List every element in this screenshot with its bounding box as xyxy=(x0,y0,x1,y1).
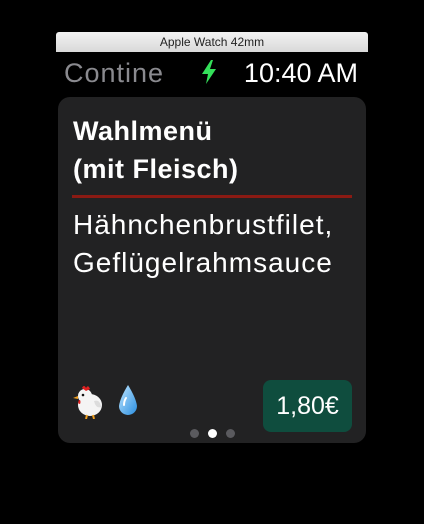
status-bar: Contine 10:40 AM xyxy=(56,54,368,92)
chicken-icon xyxy=(72,383,108,424)
dish-description: Hähnchenbrustfilet, Geflügelrahmsauce xyxy=(73,209,334,278)
charging-bolt-icon xyxy=(201,60,217,84)
water-drop-icon xyxy=(116,384,140,423)
menu-title: Wahlmenü (mit Fleisch) xyxy=(73,112,353,188)
simulator-screen: Apple Watch 42mm Contine 10:40 AM Wahlme… xyxy=(0,0,424,524)
menu-title-line1: Wahlmenü xyxy=(73,116,213,146)
simulator-title-bar: Apple Watch 42mm xyxy=(56,32,368,52)
title-divider xyxy=(72,195,352,198)
menu-card[interactable]: Wahlmenü (mit Fleisch) Hähnchenbrustfile… xyxy=(58,97,366,443)
page-indicator xyxy=(58,429,366,439)
food-icons xyxy=(72,383,140,423)
menu-title-line2: (mit Fleisch) xyxy=(73,154,239,184)
app-name[interactable]: Contine xyxy=(64,56,164,90)
page-dot-3 xyxy=(225,429,235,438)
clock-time: 10:40 AM xyxy=(243,58,358,88)
price-badge: 1,80€ xyxy=(263,380,352,432)
page-dot-1 xyxy=(189,429,199,438)
page-dot-2 xyxy=(207,429,217,438)
